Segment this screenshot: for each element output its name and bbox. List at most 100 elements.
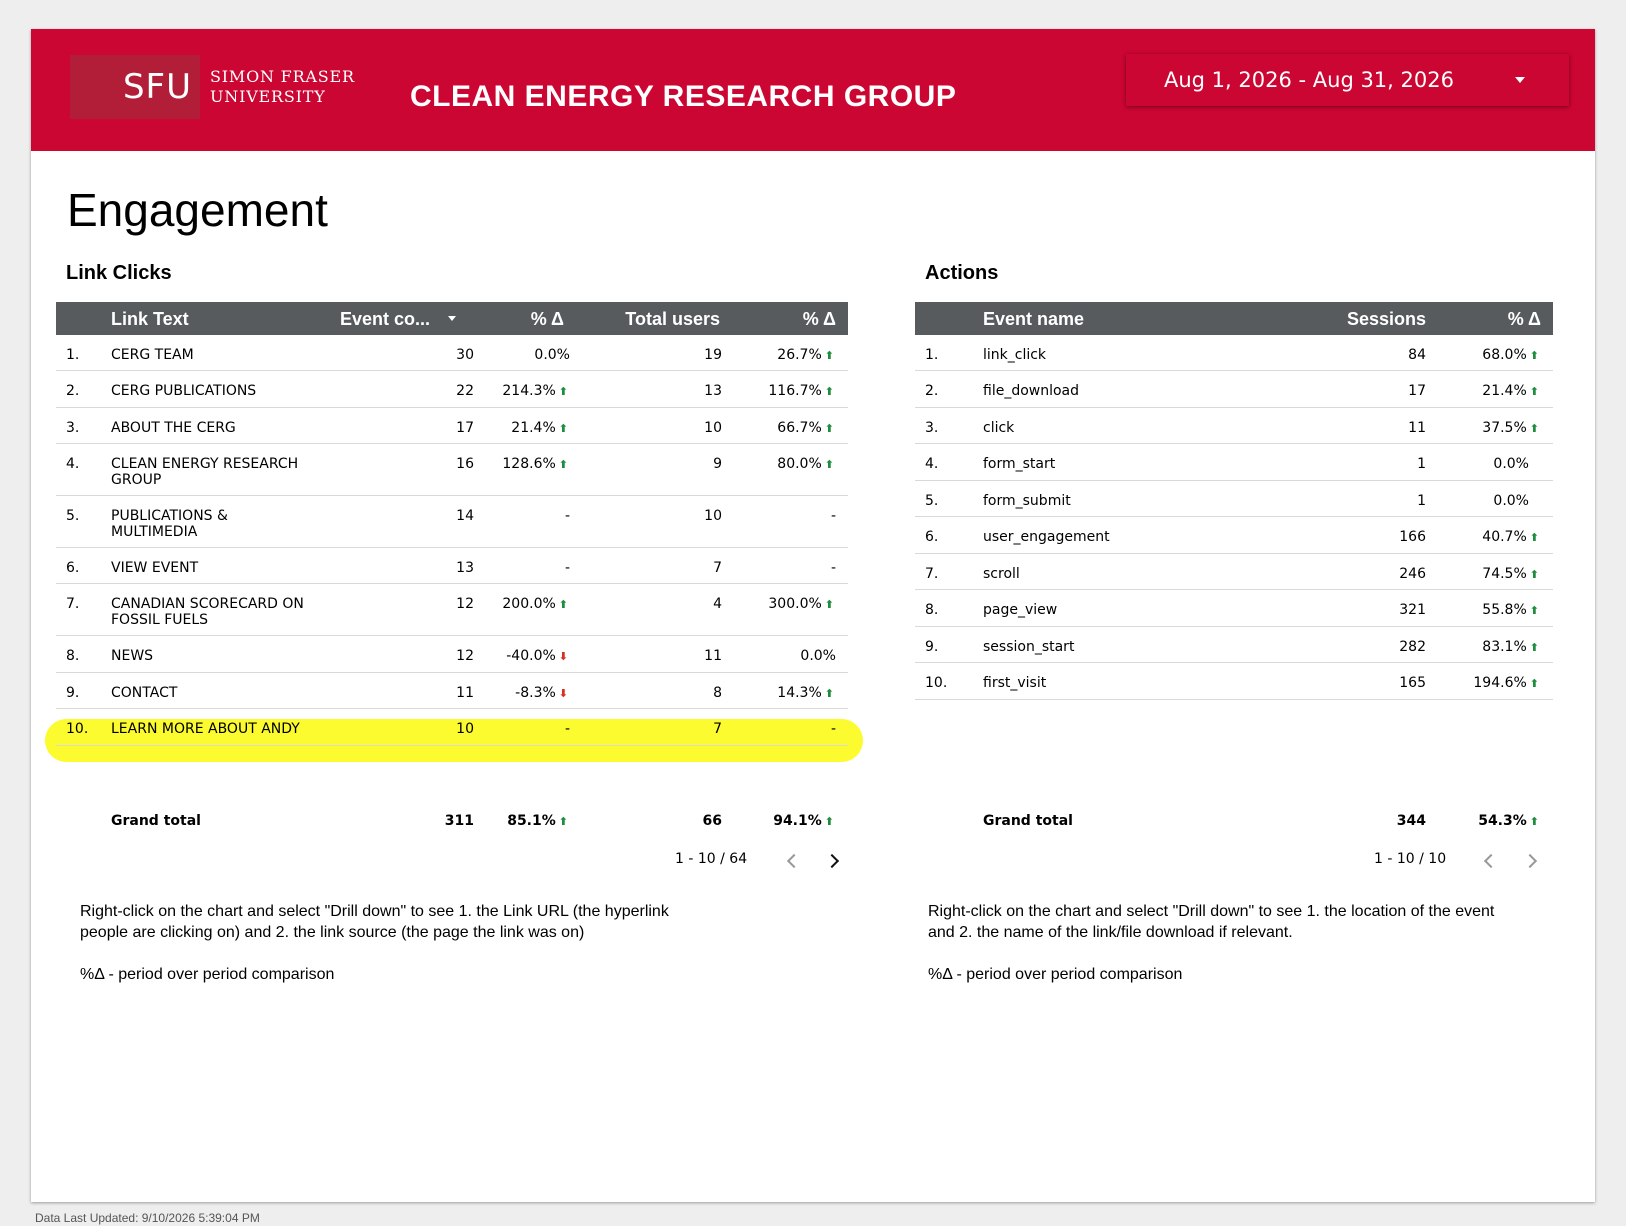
table-row[interactable]: 2. file_download 17 21.4% ⬆ [915,371,1553,408]
total-users: 10 [704,420,722,436]
sfu-logo: SFU SIMON FRASER UNIVERSITY [70,55,360,119]
pager-prev-icon[interactable] [786,853,802,869]
link-clicks-table[interactable]: Link Text Event co... % Δ Total users % … [56,302,848,746]
table-row[interactable]: 8. page_view 321 55.8% ⬆ [915,590,1553,627]
event-count-pct-value: - [564,560,570,576]
col-link-text[interactable]: Link Text [111,309,189,330]
table-row[interactable]: 7. CANADIAN SCORECARD ON FOSSIL FUELS 12 20… [56,584,848,636]
actions-table[interactable]: Event name Sessions % Δ 1. link_click 84 68… [915,302,1553,700]
table-row[interactable]: 3. ABOUT THE CERG 17 21.4% ⬆ 10 66.7% ⬆ [56,408,848,444]
event-name: session_start [983,639,1075,655]
sessions-pct-value: 0.0% [1493,456,1529,472]
table-row[interactable]: 1. CERG TEAM 30 0.0% 19 26.7% ⬆ [56,335,848,371]
actions-title: Actions [925,262,999,284]
table-row[interactable]: 5. form_submit 1 0.0% [915,481,1553,517]
total-users: 7 [713,560,722,576]
event-count-pct-value: - [564,508,570,524]
total-users: 4 [713,596,722,612]
table-row[interactable]: 6. VIEW EVENT 13 - 7 - [56,548,848,584]
pager-next-icon[interactable] [824,853,840,869]
event-count-pct-value: 128.6% [502,456,556,472]
table-row[interactable]: 1. link_click 84 68.0% ⬆ [915,335,1553,371]
table-row[interactable]: 9. CONTACT 11 -8.3% ⬇ 8 14.3% ⬆ [56,673,848,709]
event-count-pct: 128.6% ⬆ [502,456,568,472]
table-row[interactable]: 2. CERG PUBLICATIONS 22 214.3% ⬆ 13 116.7% ⬆ [56,371,848,408]
col-total-users[interactable]: Total users [625,309,720,330]
link-clicks-note-legend: %Δ - period over period comparison [80,966,335,983]
arrow-up-icon: ⬆ [824,687,834,700]
event-name: scroll [983,566,1020,582]
table-row[interactable]: 4. form_start 1 0.0% [915,444,1553,481]
sessions-pct-value: 194.6% [1473,675,1527,691]
pager-next-icon[interactable] [1522,853,1538,869]
col-event-name[interactable]: Event name [983,309,1084,330]
sort-desc-icon[interactable] [448,316,456,321]
table-row[interactable]: 4. CLEAN ENERGY RESEARCH GROUP 16 128.6% ⬆ 9 8… [56,444,848,496]
university-name: SIMON FRASER UNIVERSITY [210,67,355,107]
sessions: 17 [1408,383,1426,399]
row-number: 6. [925,529,939,545]
total-users-pct-value: - [830,560,836,576]
total-users-pct-value: 26.7% [777,347,822,363]
sessions: 84 [1408,347,1426,363]
col-sessions[interactable]: Sessions [1347,309,1426,330]
row-number: 5. [66,508,80,524]
data-last-updated: Data Last Updated: 9/10/2026 5:39:04 PM [35,1211,260,1225]
report-page: SFU SIMON FRASER UNIVERSITY CLEAN ENERGY… [31,29,1595,1202]
grand-total-events-pct-value: 85.1% [507,813,556,829]
total-users: 13 [704,383,722,399]
table-row[interactable]: 5. PUBLICATIONS & MULTIMEDIA 14 - 10 - [56,496,848,548]
sessions-pct: 0.0% [1493,456,1529,472]
event-count-pct-value: -8.3% [515,685,556,701]
table-row[interactable]: 8. NEWS 12 -40.0% ⬇ 11 0.0% [56,636,848,673]
report-header: SFU SIMON FRASER UNIVERSITY CLEAN ENERGY… [31,29,1595,151]
date-range-picker[interactable]: Aug 1, 2026 - Aug 31, 2026 [1126,54,1569,106]
total-users: 9 [713,456,722,472]
event-count-pct-value: -40.0% [506,648,556,664]
col-users-pct[interactable]: % Δ [803,309,836,330]
arrow-up-icon: ⬆ [558,815,568,828]
row-number: 7. [925,566,939,582]
table-row[interactable]: 6. user_engagement 166 40.7% ⬆ [915,517,1553,554]
sessions-pct: 83.1% ⬆ [1482,639,1539,655]
event-name: user_engagement [983,529,1110,545]
total-users-pct-value: 66.7% [777,420,822,436]
pager-text: 1 - 10 / 64 [675,851,748,867]
link-text: CANADIAN SCORECARD ON FOSSIL FUELS [111,596,304,628]
actions-pager: 1 - 10 / 10 [915,849,1553,873]
table-row[interactable]: 3. click 11 37.5% ⬆ [915,408,1553,444]
table-row[interactable]: 9. session_start 282 83.1% ⬆ [915,627,1553,663]
university-name-line2: UNIVERSITY [210,87,326,106]
arrow-up-icon: ⬆ [1529,422,1539,435]
grand-total-users: 66 [702,813,722,829]
link-text: CERG PUBLICATIONS [111,383,257,399]
row-number: 2. [925,383,939,399]
sessions-pct-value: 0.0% [1493,493,1529,509]
grand-total-events-pct: 85.1% ⬆ [507,813,568,829]
link-text: CONTACT [111,685,178,701]
total-users-pct-value: 0.0% [800,648,836,664]
actions-header: Event name Sessions % Δ [915,302,1553,335]
sessions-pct-value: 37.5% [1482,420,1527,436]
table-row[interactable]: 7. scroll 246 74.5% ⬆ [915,554,1553,590]
col-events-pct[interactable]: % Δ [531,309,564,330]
arrow-up-icon: ⬆ [824,422,834,435]
sessions-pct-value: 21.4% [1482,383,1527,399]
total-users-pct: 26.7% ⬆ [777,347,834,363]
event-name: form_submit [983,493,1071,509]
pager-prev-icon[interactable] [1483,853,1499,869]
event-count-pct: - [565,721,570,737]
table-row[interactable]: 10. first_visit 165 194.6% ⬆ [915,663,1553,700]
arrow-up-icon: ⬆ [558,458,568,471]
event-count-pct-value: 214.3% [502,383,556,399]
col-sessions-pct[interactable]: % Δ [1508,309,1541,330]
arrow-up-icon: ⬆ [824,598,834,611]
total-users-pct-value: 80.0% [777,456,822,472]
actions-grand-total: Grand total 344 54.3% ⬆ [915,813,1553,833]
table-row[interactable]: 10. LEARN MORE ABOUT ANDY 10 - 7 - [56,709,848,746]
arrow-up-icon: ⬆ [1529,677,1539,690]
grand-total-sessions-pct-value: 54.3% [1478,813,1527,829]
event-name: link_click [983,347,1047,363]
col-event-count[interactable]: Event co... [340,309,430,330]
arrow-up-icon: ⬆ [824,458,834,471]
